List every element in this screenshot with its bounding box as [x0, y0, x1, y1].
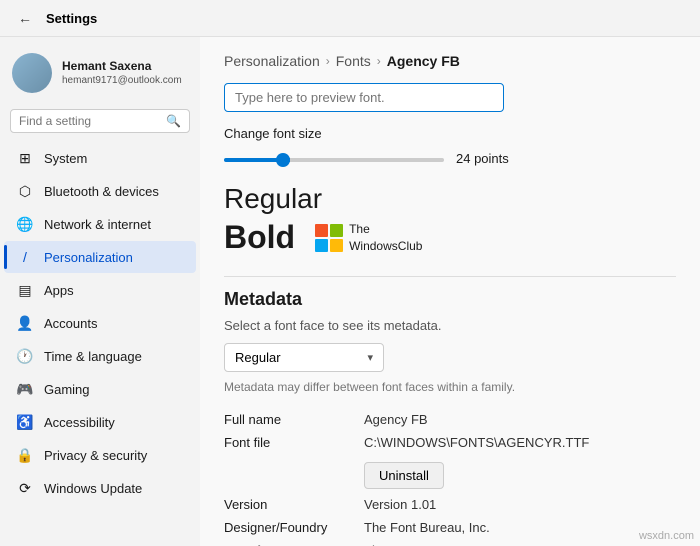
privacy-icon: 🔒 [16, 446, 34, 464]
font-face-dropdown-container: Regular ▾ [224, 343, 676, 372]
sidebar-item-privacy[interactable]: 🔒 Privacy & security [4, 439, 196, 471]
user-profile: Hemant Saxena hemant9171@outlook.com [0, 45, 200, 105]
slider-row: 24 points [224, 149, 676, 167]
search-container: 🔍 [0, 105, 200, 141]
system-icon: ⊞ [16, 149, 34, 167]
metadata-label-uninstall [224, 454, 364, 493]
font-size-label: Change font size [224, 126, 676, 141]
font-samples: Regular Bold TheWindowsClub [224, 183, 676, 256]
metadata-section: Metadata Select a font face to see its m… [224, 289, 676, 546]
breadcrumb-fonts: Fonts [336, 53, 371, 69]
font-size-slider[interactable] [224, 158, 444, 162]
sidebar-item-system[interactable]: ⊞ System [4, 142, 196, 174]
metadata-label-0: Full name [224, 408, 364, 431]
avatar [12, 53, 52, 93]
chevron-down-icon: ▾ [367, 351, 373, 364]
sidebar-item-accessibility[interactable]: ♿ Accessibility [4, 406, 196, 438]
sidebar-label-privacy: Privacy & security [44, 448, 147, 463]
sidebar-label-update: Windows Update [44, 481, 142, 496]
sidebar-label-network: Network & internet [44, 217, 151, 232]
metadata-table: Full nameAgency FBFont fileC:\WINDOWS\FO… [224, 408, 676, 546]
title-bar-text: Settings [46, 11, 97, 26]
metadata-value-4: The Font Bureau, Inc. [364, 516, 676, 539]
search-box: 🔍 [10, 109, 190, 133]
sidebar-item-apps[interactable]: ▤ Apps [4, 274, 196, 306]
user-name: Hemant Saxena [62, 59, 182, 75]
search-icon: 🔍 [166, 114, 181, 128]
slider-value: 24 points [456, 151, 509, 166]
sidebar-label-bluetooth: Bluetooth & devices [44, 184, 159, 199]
sidebar-item-time[interactable]: 🕐 Time & language [4, 340, 196, 372]
metadata-value-0: Agency FB [364, 408, 676, 431]
metadata-title: Metadata [224, 289, 676, 310]
metadata-value-1: C:\WINDOWS\FONTS\AGENCYR.TTF [364, 431, 676, 454]
metadata-label-3: Version [224, 493, 364, 516]
breadcrumb-sep-2: › [377, 54, 381, 68]
sidebar-label-system: System [44, 151, 87, 166]
slider-container [224, 149, 444, 167]
main-layout: Hemant Saxena hemant9171@outlook.com 🔍 ⊞… [0, 37, 700, 546]
sidebar-label-accounts: Accounts [44, 316, 97, 331]
sidebar-label-accessibility: Accessibility [44, 415, 115, 430]
windows-logo-icon [315, 224, 343, 252]
user-email: hemant9171@outlook.com [62, 74, 182, 87]
uninstall-button-cell: Uninstall [364, 454, 676, 493]
search-input[interactable] [19, 114, 160, 128]
watermark: wsxdn.com [639, 530, 694, 542]
win-pane-green [330, 224, 343, 237]
content-area: Personalization › Fonts › Agency FB Chan… [200, 37, 700, 546]
win-pane-blue [315, 239, 328, 252]
avatar-image [12, 53, 52, 93]
apps-icon: ▤ [16, 281, 34, 299]
metadata-label-5: Manufacturer [224, 539, 364, 546]
accounts-icon: 👤 [16, 314, 34, 332]
metadata-subtitle: Select a font face to see its metadata. [224, 318, 676, 333]
metadata-label-1: Font file [224, 431, 364, 454]
sidebar-item-network[interactable]: 🌐 Network & internet [4, 208, 196, 240]
font-face-dropdown[interactable]: Regular ▾ [224, 343, 384, 372]
back-button[interactable]: ← [12, 8, 38, 28]
sidebar-item-personalization[interactable]: / Personalization [4, 241, 196, 273]
font-bold-row: Bold TheWindowsClub [224, 219, 676, 256]
win-pane-red [315, 224, 328, 237]
sidebar-label-time: Time & language [44, 349, 142, 364]
metadata-value-5: The Font Bureau, Inc. [364, 539, 676, 546]
nav-list: ⊞ System ⬡ Bluetooth & devices 🌐 Network & in… [0, 141, 200, 505]
sidebar-label-apps: Apps [44, 283, 74, 298]
gaming-icon: 🎮 [16, 380, 34, 398]
breadcrumb-personalization: Personalization [224, 53, 320, 69]
sidebar-label-personalization: Personalization [44, 250, 133, 265]
win-pane-yellow [330, 239, 343, 252]
section-divider [224, 276, 676, 277]
sidebar-item-gaming[interactable]: 🎮 Gaming [4, 373, 196, 405]
font-preview-input[interactable] [224, 83, 504, 112]
personalization-icon: / [16, 248, 34, 266]
network-icon: 🌐 [16, 215, 34, 233]
breadcrumb-sep-1: › [326, 54, 330, 68]
metadata-value-3: Version 1.01 [364, 493, 676, 516]
sidebar: Hemant Saxena hemant9171@outlook.com 🔍 ⊞… [0, 37, 200, 546]
breadcrumb-current: Agency FB [387, 53, 460, 69]
sidebar-item-bluetooth[interactable]: ⬡ Bluetooth & devices [4, 175, 196, 207]
update-icon: ⟳ [16, 479, 34, 497]
dropdown-value: Regular [235, 350, 281, 365]
metadata-label-4: Designer/Foundry [224, 516, 364, 539]
accessibility-icon: ♿ [16, 413, 34, 431]
time-icon: 🕐 [16, 347, 34, 365]
font-sample-regular: Regular [224, 183, 676, 215]
bluetooth-icon: ⬡ [16, 182, 34, 200]
font-sample-bold: Bold [224, 219, 295, 256]
breadcrumb: Personalization › Fonts › Agency FB [224, 53, 676, 69]
title-bar: ← Settings [0, 0, 700, 37]
uninstall-button[interactable]: Uninstall [364, 462, 444, 489]
sidebar-label-gaming: Gaming [44, 382, 90, 397]
user-info: Hemant Saxena hemant9171@outlook.com [62, 59, 182, 88]
windows-club-badge: TheWindowsClub [315, 221, 422, 255]
sidebar-item-accounts[interactable]: 👤 Accounts [4, 307, 196, 339]
sidebar-item-update[interactable]: ⟳ Windows Update [4, 472, 196, 504]
windows-club-text: TheWindowsClub [349, 221, 422, 255]
metadata-note: Metadata may differ between font faces w… [224, 380, 676, 394]
